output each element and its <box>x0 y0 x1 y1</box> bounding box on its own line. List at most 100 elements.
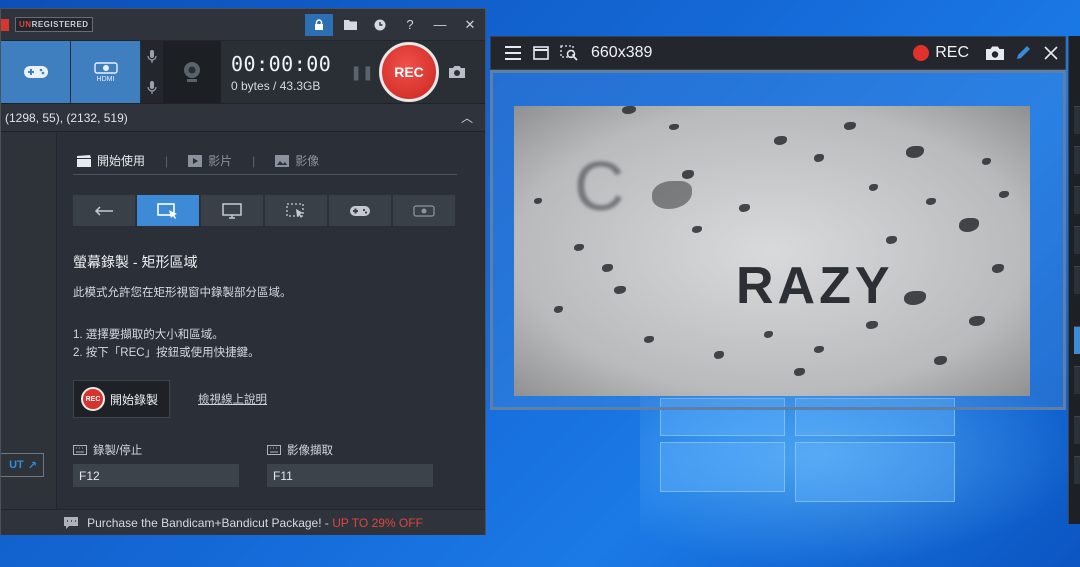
window-icon <box>533 46 549 60</box>
speaker-mic-icon[interactable] <box>147 80 157 95</box>
pause-button[interactable]: ❚❚ <box>349 41 375 103</box>
collapse-chevron-icon[interactable]: ︿ <box>461 109 473 126</box>
tab-get-started[interactable]: 開始使用 <box>73 152 149 169</box>
rec-badge-icon: REC <box>81 387 105 411</box>
bandicut-button[interactable]: UT ↗ <box>1 453 44 477</box>
screenshot-button[interactable] <box>439 41 475 103</box>
hotkey-label-row: 錄製/停止 <box>73 442 239 458</box>
hdmi-mode-button[interactable] <box>393 195 455 226</box>
timer-button[interactable] <box>365 9 395 41</box>
side-window-item[interactable] <box>1074 226 1080 254</box>
tab-get-started-label: 開始使用 <box>97 154 146 168</box>
hotkey-screenshot-field[interactable]: F11 <box>267 464 433 487</box>
overlay-rec-label: REC <box>935 44 969 61</box>
region-coordinates: (1298, 55), (2132, 519) <box>5 110 128 125</box>
windows-logo-pane-4 <box>795 442 955 502</box>
region-search-button[interactable] <box>555 45 583 61</box>
gamepad-icon <box>23 66 48 78</box>
video-particle <box>814 154 824 162</box>
arrow-left-icon <box>94 205 113 216</box>
main-body: UT ↗ 開始使用 | 影片 | 影像 螢幕錄製 - 矩形區域 此模式允許您在矩… <box>1 133 485 509</box>
hotkey-label-row: 影像擷取 <box>267 442 433 458</box>
video-particle <box>844 122 856 130</box>
steps-list: 1. 選擇要擷取的大小和區域。 2. 按下「REC」按鈕或使用快捷鍵。 <box>73 326 457 362</box>
badge-prefix: UN <box>19 20 32 29</box>
draw-button[interactable] <box>1009 44 1037 62</box>
minimize-button[interactable]: — <box>425 9 455 41</box>
video-particle <box>764 331 773 338</box>
step-item: 1. 選擇要擷取的大小和區域。 <box>73 329 224 341</box>
action-row: REC 開始錄製 檢視線上說明 <box>73 380 457 418</box>
hotkey-screenshot-label: 影像擷取 <box>287 445 333 457</box>
capture-region-bar: (1298, 55), (2132, 519) ︿ <box>1 104 485 132</box>
tab-image-label: 影像 <box>295 154 320 168</box>
side-window-item[interactable] <box>1074 416 1080 444</box>
window-mode-button[interactable] <box>527 46 555 60</box>
promo-banner[interactable]: Purchase the Bandicam+Bandicut Package! … <box>1 509 485 535</box>
hdmi-device-icon <box>93 61 118 74</box>
menu-button[interactable] <box>499 46 527 60</box>
close-button[interactable]: ✕ <box>455 9 485 41</box>
video-particle <box>739 204 750 212</box>
tab-bar: 開始使用 | 影片 | 影像 <box>73 147 457 175</box>
title-bar: UNREGISTERED ? — ✕ <box>1 9 485 41</box>
video-blurred-letter: C <box>574 147 625 225</box>
video-particle <box>574 244 584 251</box>
rec-button[interactable]: REC <box>379 42 439 102</box>
lock-button[interactable] <box>305 13 333 36</box>
video-particle <box>904 291 926 305</box>
rectangle-area-mode-button[interactable] <box>137 195 199 226</box>
video-particle <box>866 321 878 329</box>
tab-video[interactable]: 影片 <box>184 152 236 169</box>
online-help-link[interactable]: 檢視線上說明 <box>198 391 267 407</box>
webcam-preview-button[interactable] <box>163 41 221 103</box>
side-window-item[interactable] <box>1074 456 1080 484</box>
fullscreen-mode-button[interactable] <box>201 195 263 226</box>
audio-controls <box>141 41 163 103</box>
side-window-item[interactable] <box>1074 266 1080 294</box>
hotkey-record-field[interactable]: F12 <box>73 464 239 487</box>
recording-status: 00:00:00 0 bytes / 43.3GB <box>221 41 349 103</box>
hdmi-mode-tile[interactable]: HDMI <box>71 41 141 103</box>
record-dot-icon <box>913 45 930 61</box>
tab-image[interactable]: 影像 <box>271 152 323 169</box>
side-window-item[interactable] <box>1074 366 1080 394</box>
side-window-edge <box>1068 36 1080 524</box>
video-particle <box>934 356 947 365</box>
side-window-item[interactable] <box>1074 186 1080 214</box>
game-mode-button[interactable] <box>329 195 391 226</box>
video-particle <box>886 236 897 244</box>
video-particle <box>644 336 654 343</box>
folder-button[interactable] <box>335 9 365 41</box>
side-window-item[interactable] <box>1074 106 1080 134</box>
side-window-item-active[interactable] <box>1074 326 1080 354</box>
video-particle <box>969 316 985 326</box>
video-frame: C RAZY <box>514 106 1030 396</box>
gamepad-icon <box>350 205 370 216</box>
overlay-screenshot-button[interactable] <box>981 45 1009 61</box>
badge-rest: REGISTERED <box>31 20 89 29</box>
hotkeys-section: 錄製/停止 F12 影像擷取 F11 <box>73 442 457 487</box>
video-particle <box>959 218 979 232</box>
side-window-item[interactable] <box>1074 146 1080 174</box>
back-button[interactable] <box>73 195 135 226</box>
dashed-select-icon <box>286 202 304 218</box>
game-mode-tile[interactable] <box>1 41 71 103</box>
around-mouse-mode-button[interactable] <box>265 195 327 226</box>
overlay-rec-button[interactable]: REC <box>913 44 969 62</box>
video-particle <box>982 158 991 165</box>
keyboard-icon <box>73 445 87 455</box>
overlay-close-button[interactable] <box>1037 46 1065 60</box>
bandicam-logo <box>1 18 9 31</box>
promo-text: Purchase the Bandicam+Bandicut Package! … <box>87 516 423 530</box>
step-item: 2. 按下「REC」按鈕或使用快捷鍵。 <box>73 347 260 359</box>
pencil-icon <box>1017 46 1030 59</box>
help-button[interactable]: ? <box>395 9 425 41</box>
microphone-icon[interactable] <box>147 49 157 64</box>
left-sidebar: UT ↗ <box>1 133 57 509</box>
close-icon <box>1044 46 1058 60</box>
recording-timer: 00:00:00 <box>231 51 332 76</box>
recording-overlay-toolbar: 660x389 REC <box>490 36 1066 70</box>
start-recording-button[interactable]: REC 開始錄製 <box>73 380 170 418</box>
promo-offer: UP TO 29% OFF <box>332 515 423 530</box>
